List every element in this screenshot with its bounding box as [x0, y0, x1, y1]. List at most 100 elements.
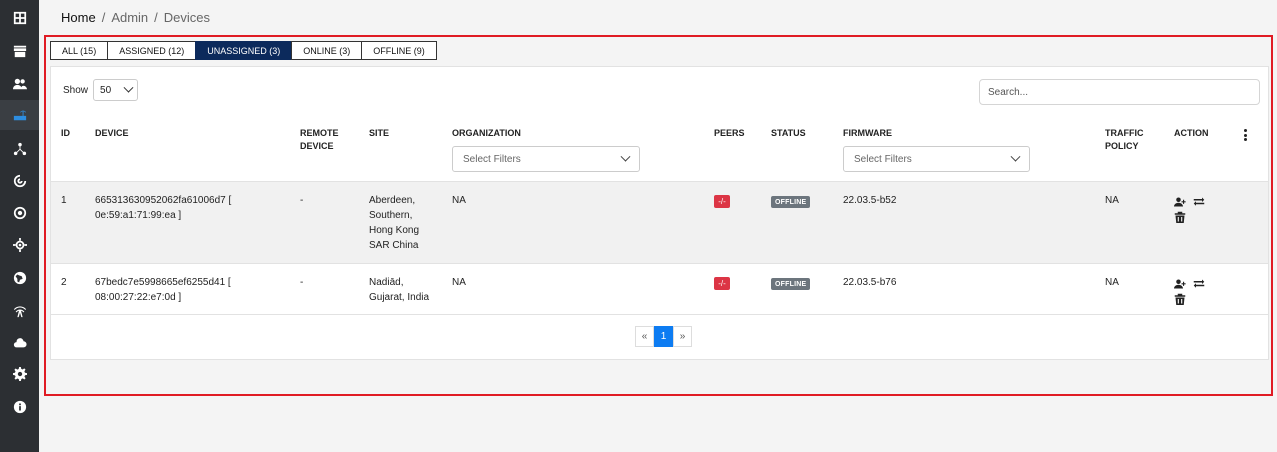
page-size-control: Show 50 [63, 79, 139, 101]
target-icon [13, 206, 26, 220]
row-device-mac: 08:00:27:22:e7:0d ] [95, 292, 182, 303]
trash-icon[interactable] [1174, 293, 1186, 305]
column-header-action: ACTION [1174, 128, 1209, 138]
breadcrumb: Home / Admin / Devices [61, 10, 210, 25]
device-filter-tabs: ALL (15) ASSIGNED (12) UNASSIGNED (3) ON… [50, 41, 437, 60]
crosshair-icon [12, 238, 27, 252]
column-header-status: STATUS [771, 128, 806, 138]
sidebar-item-network[interactable] [0, 134, 39, 164]
search-input[interactable] [979, 79, 1260, 105]
tab-all[interactable]: ALL (15) [50, 41, 108, 60]
pagination-next[interactable]: » [673, 326, 692, 347]
breadcrumb-separator: / [154, 10, 158, 25]
assign-user-icon[interactable] [1174, 278, 1186, 290]
column-options-icon[interactable] [1244, 129, 1247, 143]
sidebar-item-info[interactable] [0, 392, 39, 422]
pagination-page-1[interactable]: 1 [654, 326, 673, 347]
row-site-line: Aberdeen, [369, 195, 416, 206]
info-icon [13, 400, 26, 414]
sidebar-item-dashboard[interactable] [0, 3, 39, 33]
sidebar-item-location[interactable] [0, 230, 39, 260]
column-header-peers: PEERS [714, 128, 745, 138]
column-header-site: SITE [369, 128, 390, 138]
table-row[interactable]: 1 665313630952062fa61006d7 [ 0e:59:a1:71… [51, 181, 1268, 263]
page-size-value: 50 [100, 84, 112, 96]
chevron-down-icon [620, 151, 631, 162]
row-organization: NA [452, 277, 466, 288]
sidebar-item-globe[interactable] [0, 263, 39, 293]
sidebar [0, 0, 39, 452]
sidebar-item-antenna[interactable] [0, 296, 39, 326]
breadcrumb-home[interactable]: Home [61, 10, 96, 25]
dashboard-icon [13, 11, 26, 25]
breadcrumb-separator: / [101, 10, 106, 25]
row-firmware: 22.03.5-b52 [843, 195, 897, 206]
swap-icon[interactable] [1193, 278, 1205, 290]
sidebar-item-radar[interactable] [0, 166, 39, 196]
organization-filter-placeholder: Select Filters [463, 153, 521, 165]
row-traffic-policy: NA [1105, 195, 1119, 206]
pagination: « 1 » [635, 326, 692, 347]
sidebar-item-devices[interactable] [0, 100, 39, 130]
tab-assigned[interactable]: ASSIGNED (12) [107, 41, 196, 60]
antenna-icon [13, 306, 26, 318]
gear-icon [12, 367, 27, 381]
devices-panel: ALL (15) ASSIGNED (12) UNASSIGNED (3) ON… [44, 35, 1273, 396]
sidebar-item-cloud[interactable] [0, 328, 39, 358]
column-header-remote-device-line2: DEVICE [300, 141, 334, 151]
column-header-remote-device-line1: REMOTE [300, 128, 339, 138]
row-site-line: Nadiād, [369, 277, 404, 288]
column-header-device: DEVICE [95, 128, 129, 138]
store-icon [13, 45, 26, 58]
row-id: 1 [61, 195, 67, 206]
assign-user-icon[interactable] [1174, 196, 1186, 208]
router-icon [13, 110, 26, 121]
row-device-mac: 0e:59:a1:71:99:ea ] [95, 210, 182, 221]
chevron-down-icon [123, 82, 134, 93]
row-remote-device: - [300, 277, 304, 288]
status-badge: OFFLINE [771, 196, 811, 208]
row-device-id: 665313630952062fa61006d7 [ [95, 195, 232, 206]
breadcrumb-devices: Devices [163, 10, 211, 25]
row-remote-device: - [300, 195, 304, 206]
trash-icon[interactable] [1174, 211, 1186, 223]
row-firmware: 22.03.5-b76 [843, 277, 897, 288]
sidebar-item-users[interactable] [0, 69, 39, 99]
show-label: Show [63, 84, 89, 96]
row-traffic-policy: NA [1105, 277, 1119, 288]
row-site-line: Hong Kong [369, 225, 420, 236]
peers-badge: -/- [714, 195, 730, 208]
tab-online[interactable]: ONLINE (3) [291, 41, 362, 60]
row-id: 2 [61, 277, 67, 288]
firmware-filter-placeholder: Select Filters [854, 153, 912, 165]
organization-filter-select[interactable]: Select Filters [452, 146, 640, 172]
row-device-id: 67bedc7e5998665ef6255d41 [ [95, 277, 231, 288]
column-header-traffic-policy: TRAFFIC POLICY [1105, 127, 1144, 153]
breadcrumb-admin[interactable]: Admin [111, 10, 148, 25]
sidebar-item-settings[interactable] [0, 359, 39, 389]
page-size-select[interactable]: 50 [93, 79, 139, 101]
pagination-prev[interactable]: « [635, 326, 654, 347]
users-icon [12, 78, 27, 90]
tab-offline[interactable]: OFFLINE (9) [361, 41, 437, 60]
row-device: 665313630952062fa61006d7 [ 0e:59:a1:71:9… [95, 193, 231, 223]
globe-icon [13, 271, 26, 285]
radar-icon [13, 174, 26, 188]
row-site-line: SAR China [369, 240, 419, 251]
column-header-id: ID [61, 128, 70, 138]
sidebar-item-target[interactable] [0, 198, 39, 228]
column-header-traffic-policy-line2: POLICY [1105, 141, 1139, 151]
tab-unassigned[interactable]: UNASSIGNED (3) [195, 41, 292, 60]
table-row[interactable]: 2 67bedc7e5998665ef6255d41 [ 08:00:27:22… [51, 263, 1268, 314]
chevron-down-icon [1010, 151, 1021, 162]
column-header-traffic-policy-line1: TRAFFIC [1105, 128, 1144, 138]
column-header-organization: ORGANIZATION [452, 128, 521, 138]
firmware-filter-select[interactable]: Select Filters [843, 146, 1030, 172]
row-site: Aberdeen, Southern, Hong Kong SAR China [369, 193, 419, 253]
row-device: 67bedc7e5998665ef6255d41 [ 08:00:27:22:e… [95, 275, 231, 305]
cloud-icon [13, 338, 27, 348]
sidebar-item-store[interactable] [0, 36, 39, 66]
swap-icon[interactable] [1193, 196, 1205, 208]
network-icon [13, 142, 26, 156]
devices-table-card: Show 50 ID DEVICE REMOTE DEVICE SITE ORG… [50, 66, 1269, 360]
